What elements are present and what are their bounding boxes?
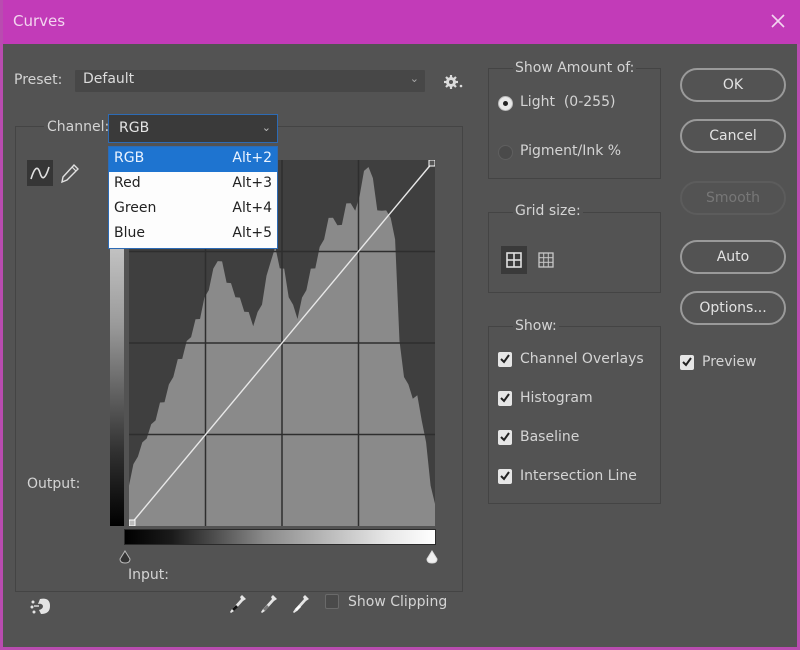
chevron-down-icon: ⌄ xyxy=(261,121,271,134)
on-image-adjust-tool[interactable] xyxy=(28,594,56,618)
curve-point-black[interactable] xyxy=(128,519,136,527)
simple-grid-icon xyxy=(506,252,522,268)
channel-overlays-checkbox[interactable] xyxy=(498,352,512,367)
light-radio[interactable] xyxy=(498,96,513,111)
close-icon xyxy=(771,14,785,28)
smooth-button[interactable]: Smooth xyxy=(680,181,786,215)
show-title: Show: xyxy=(513,318,559,334)
window-title: Curves xyxy=(13,12,66,30)
input-gradient-bar xyxy=(124,529,436,545)
option-shortcut: Alt+2 xyxy=(232,150,272,166)
gray-eyedropper-button[interactable] xyxy=(258,592,280,616)
ok-button[interactable]: OK xyxy=(680,68,786,102)
option-label: RGB xyxy=(114,150,145,166)
title-bar[interactable]: Curves xyxy=(3,0,800,44)
option-shortcut: Alt+4 xyxy=(232,200,272,216)
preview-label: Preview xyxy=(702,354,757,370)
auto-button[interactable]: Auto xyxy=(680,240,786,274)
gear-icon xyxy=(444,75,463,89)
checkmark-icon xyxy=(500,432,510,442)
option-shortcut: Alt+3 xyxy=(232,175,272,191)
baseline-checkbox[interactable] xyxy=(498,430,512,445)
options-button[interactable]: Options... xyxy=(680,291,786,325)
chevron-down-icon: ⌄ xyxy=(409,72,419,85)
white-eyedropper-button[interactable] xyxy=(290,592,312,616)
curve-point-icon xyxy=(30,166,50,180)
channel-option-blue[interactable]: Blue Alt+5 xyxy=(109,222,277,247)
channel-option-green[interactable]: Green Alt+4 xyxy=(109,197,277,222)
channel-overlays-label: Channel Overlays xyxy=(520,351,644,367)
checkmark-icon xyxy=(682,357,692,367)
close-button[interactable] xyxy=(765,8,791,34)
histogram-checkbox[interactable] xyxy=(498,391,512,406)
preset-options-button[interactable] xyxy=(442,72,464,92)
black-eyedropper-button[interactable] xyxy=(227,592,249,616)
pencil-icon xyxy=(61,163,79,184)
intersection-line-label: Intersection Line xyxy=(520,468,637,484)
curve-point-white[interactable] xyxy=(428,159,436,167)
checkmark-icon xyxy=(500,393,510,403)
pencil-draw-tool[interactable] xyxy=(56,160,82,186)
show-clipping-checkbox[interactable] xyxy=(325,594,339,609)
channel-dropdown-list: RGB Alt+2 Red Alt+3 Green Alt+4 Blue Alt… xyxy=(108,146,278,249)
preset-label: Preset: xyxy=(14,72,63,88)
option-label: Red xyxy=(114,175,141,191)
intersection-line-checkbox[interactable] xyxy=(498,469,512,484)
checkmark-icon xyxy=(500,354,510,364)
simple-grid-button[interactable] xyxy=(501,246,527,274)
show-clipping-label: Show Clipping xyxy=(348,594,448,610)
channel-dropdown[interactable]: RGB ⌄ xyxy=(108,114,278,143)
option-shortcut: Alt+5 xyxy=(232,225,272,241)
white-point-slider[interactable] xyxy=(426,549,438,564)
gray-point-eyedropper-icon xyxy=(261,595,277,613)
baseline-label: Baseline xyxy=(520,429,580,445)
black-point-eyedropper-icon xyxy=(230,595,246,613)
input-label: Input: xyxy=(128,567,169,583)
histogram-label: Histogram xyxy=(520,390,593,406)
black-slider-triangle-icon xyxy=(119,550,131,564)
preset-dropdown[interactable]: Default ⌄ xyxy=(75,70,425,92)
pigment-radio-label: Pigment/Ink % xyxy=(520,143,622,159)
curve-edit-tool[interactable] xyxy=(27,160,53,186)
hand-target-icon xyxy=(30,598,50,614)
pigment-radio[interactable] xyxy=(498,145,513,160)
output-label: Output: xyxy=(27,476,81,492)
black-point-slider[interactable] xyxy=(119,549,131,564)
preset-value: Default xyxy=(83,71,135,87)
detailed-grid-button[interactable] xyxy=(533,246,559,274)
white-point-eyedropper-icon xyxy=(293,595,309,613)
channel-option-red[interactable]: Red Alt+3 xyxy=(109,172,277,197)
white-slider-triangle-icon xyxy=(426,550,438,564)
option-label: Green xyxy=(114,200,157,216)
light-radio-label: Light (0-255) xyxy=(520,94,616,110)
channel-option-rgb[interactable]: RGB Alt+2 xyxy=(109,147,277,172)
show-amount-title: Show Amount of: xyxy=(513,60,637,76)
detailed-grid-icon xyxy=(538,252,554,268)
grid-size-title: Grid size: xyxy=(513,203,583,219)
channel-label: Channel: xyxy=(44,119,113,135)
show-amount-group xyxy=(488,68,661,179)
preview-checkbox[interactable] xyxy=(680,355,694,370)
cancel-button[interactable]: Cancel xyxy=(680,119,786,153)
option-label: Blue xyxy=(114,225,145,241)
checkmark-icon xyxy=(500,471,510,481)
channel-value: RGB xyxy=(119,120,150,136)
